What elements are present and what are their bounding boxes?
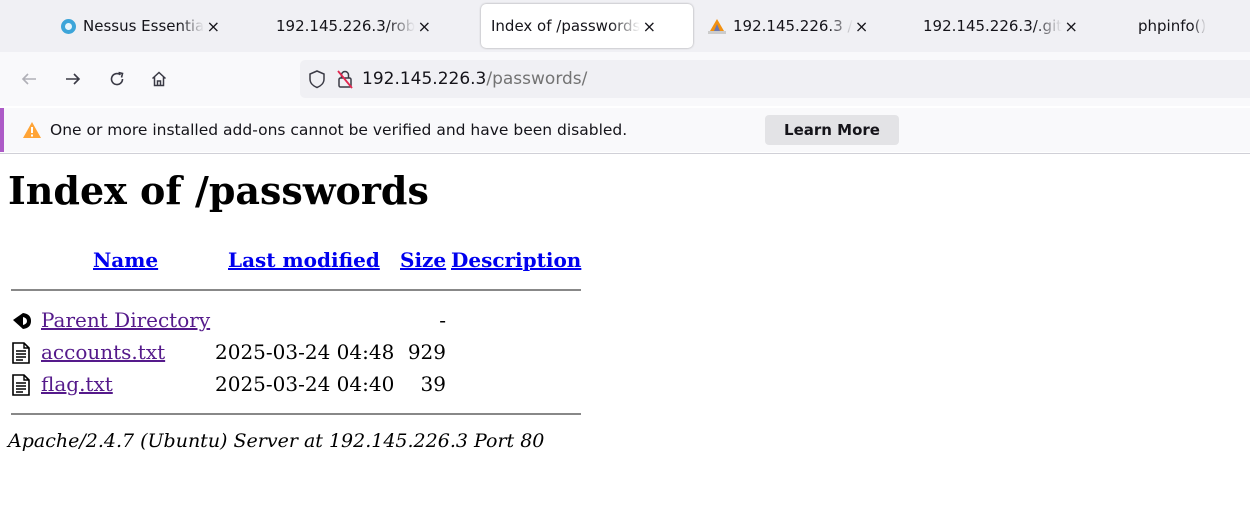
close-tab-icon[interactable]: ×: [206, 17, 220, 36]
file-size: 929: [407, 340, 446, 364]
url-bar[interactable]: 192.145.226.3/passwords/: [300, 60, 1250, 98]
file-size: 39: [420, 372, 446, 396]
tab-title: 192.145.226.3/.git: [923, 17, 1063, 35]
tab-git[interactable]: 192.145.226.3/.git ×: [923, 4, 1115, 48]
reload-icon[interactable]: [102, 64, 132, 94]
tab-index-passwords[interactable]: Index of /passwords ×: [481, 4, 693, 48]
sort-by-size-link[interactable]: Size: [400, 248, 446, 272]
tab-phpinfo[interactable]: phpinfo(): [1138, 4, 1250, 48]
table-row: accounts.txt 2025-03-24 04:48 929: [11, 340, 446, 368]
url-path: /passwords/: [486, 69, 588, 89]
page-title: Index of /passwords: [8, 168, 429, 213]
tab-title: Index of /passwords: [491, 17, 641, 35]
text-file-icon: [11, 342, 31, 369]
phpmyadmin-icon: [707, 17, 727, 35]
table-row: Parent Directory -: [11, 308, 446, 336]
table-divider: [11, 413, 581, 415]
url-text[interactable]: 192.145.226.3/passwords/: [362, 69, 587, 89]
navigation-bar: 192.145.226.3/passwords/: [0, 52, 1250, 106]
file-link-flag[interactable]: flag.txt: [41, 372, 113, 396]
url-host: 192.145.226.3: [362, 69, 487, 89]
sort-by-description-link[interactable]: Description: [451, 248, 581, 272]
table-divider: [11, 289, 581, 291]
tab-nessus[interactable]: Nessus Essentia ×: [60, 4, 260, 48]
home-icon[interactable]: [144, 64, 174, 94]
parent-directory-link[interactable]: Parent Directory: [41, 308, 210, 332]
page-content: Index of /passwords Name Last modified S…: [0, 154, 1250, 512]
server-signature: Apache/2.4.7 (Ubuntu) Server at 192.145.…: [8, 430, 545, 452]
tab-strip: Nessus Essentia × 192.145.226.3/rob × In…: [0, 0, 1250, 52]
file-date: 2025-03-24 04:48: [215, 340, 395, 364]
table-row: flag.txt 2025-03-24 04:40 39: [11, 372, 446, 400]
forward-icon[interactable]: [58, 64, 88, 94]
text-file-icon: [11, 374, 31, 401]
insecure-lock-icon[interactable]: [336, 69, 354, 89]
close-tab-icon[interactable]: ×: [855, 17, 869, 36]
warning-message: One or more installed add-ons cannot be …: [50, 121, 628, 139]
tab-robots[interactable]: 192.145.226.3/rob ×: [276, 4, 472, 48]
tab-phpmyadmin[interactable]: 192.145.226.3 / ×: [707, 4, 907, 48]
back-icon[interactable]: [14, 64, 44, 94]
sort-by-name-link[interactable]: Name: [93, 248, 158, 272]
file-size: -: [439, 308, 446, 332]
file-date: 2025-03-24 04:40: [215, 372, 395, 396]
addon-warning-bar: One or more installed add-ons cannot be …: [0, 108, 1250, 152]
tab-title: 192.145.226.3/rob: [276, 17, 416, 35]
learn-more-button[interactable]: Learn More: [765, 115, 899, 145]
close-tab-icon[interactable]: ×: [1064, 17, 1078, 36]
shield-icon[interactable]: [308, 69, 326, 89]
back-arrow-icon: [11, 310, 33, 337]
nessus-icon: [60, 18, 77, 35]
warning-icon: [22, 121, 42, 139]
tab-title: phpinfo(): [1138, 17, 1207, 35]
tab-title: 192.145.226.3 /: [733, 17, 853, 35]
close-tab-icon[interactable]: ×: [417, 17, 431, 36]
file-link-accounts[interactable]: accounts.txt: [41, 340, 165, 364]
tab-title: Nessus Essentia: [83, 17, 205, 35]
close-tab-icon[interactable]: ×: [642, 17, 656, 36]
sort-by-last-modified-link[interactable]: Last modified: [228, 248, 380, 272]
